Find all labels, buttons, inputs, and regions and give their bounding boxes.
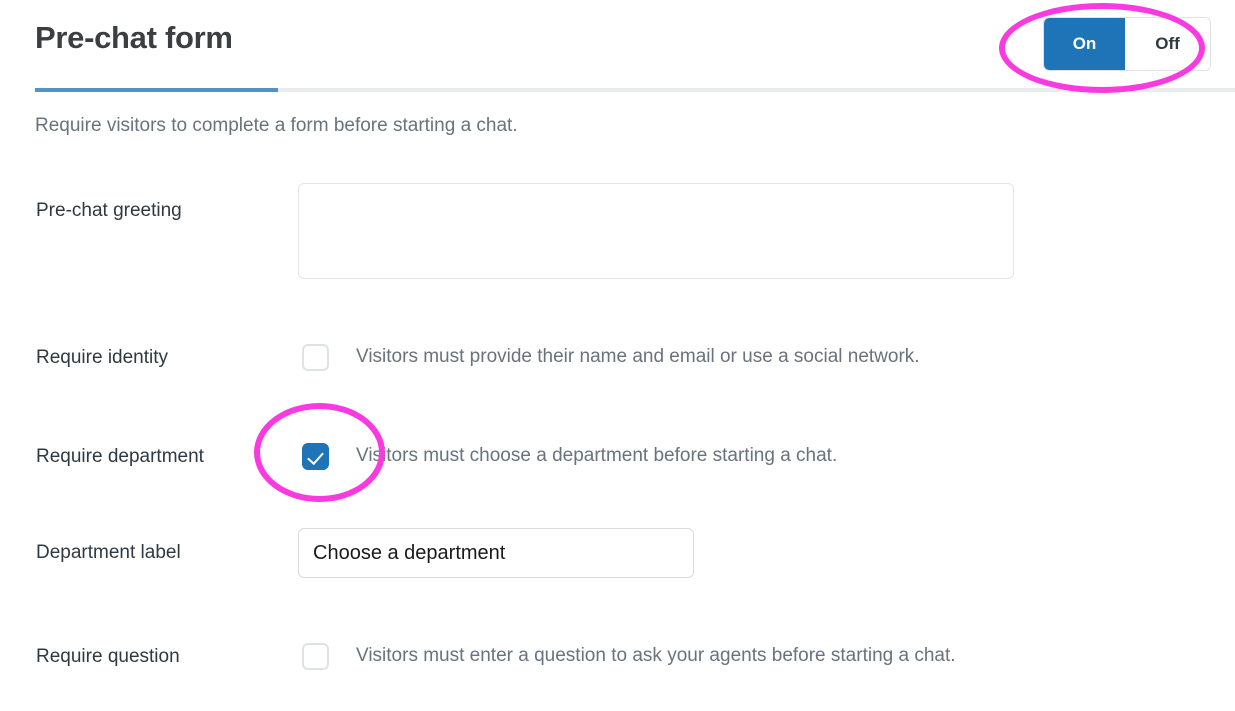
require-question-label: Require question <box>36 646 180 667</box>
greeting-label: Pre-chat greeting <box>36 200 182 221</box>
form-row-department-label: Department label <box>0 528 1235 578</box>
require-department-checkbox[interactable] <box>302 443 329 470</box>
department-label-label: Department label <box>36 542 181 563</box>
require-department-label: Require department <box>36 446 204 467</box>
section-divider <box>35 88 1235 92</box>
page-header: Pre-chat form On Off <box>0 0 1235 90</box>
on-off-toggle-group[interactable]: On Off <box>1043 17 1211 71</box>
page-title: Pre-chat form <box>35 20 233 55</box>
page-subtitle: Require visitors to complete a form befo… <box>35 115 518 136</box>
toggle-on-button[interactable]: On <box>1044 18 1125 70</box>
department-label-input[interactable] <box>298 528 694 578</box>
require-question-description: Visitors must enter a question to ask yo… <box>356 645 956 666</box>
require-identity-label: Require identity <box>36 347 169 368</box>
require-department-description: Visitors must choose a department before… <box>356 445 838 466</box>
toggle-off-button[interactable]: Off <box>1125 18 1210 70</box>
pre-chat-greeting-textarea[interactable] <box>298 183 1014 279</box>
require-identity-description: Visitors must provide their name and ema… <box>356 346 920 367</box>
require-identity-checkbox[interactable] <box>302 344 329 371</box>
form-row-require-department: Require department Visitors must choose … <box>0 443 1235 477</box>
section-divider-accent <box>35 88 278 92</box>
form-row-require-question: Require question Visitors must enter a q… <box>0 643 1235 711</box>
form-row-require-identity: Require identity Visitors must provide t… <box>0 344 1235 378</box>
require-question-checkbox[interactable] <box>302 643 329 670</box>
pre-chat-form-settings-page: Pre-chat form On Off Require visitors to… <box>0 0 1235 706</box>
form-row-greeting: Pre-chat greeting <box>0 183 1235 279</box>
